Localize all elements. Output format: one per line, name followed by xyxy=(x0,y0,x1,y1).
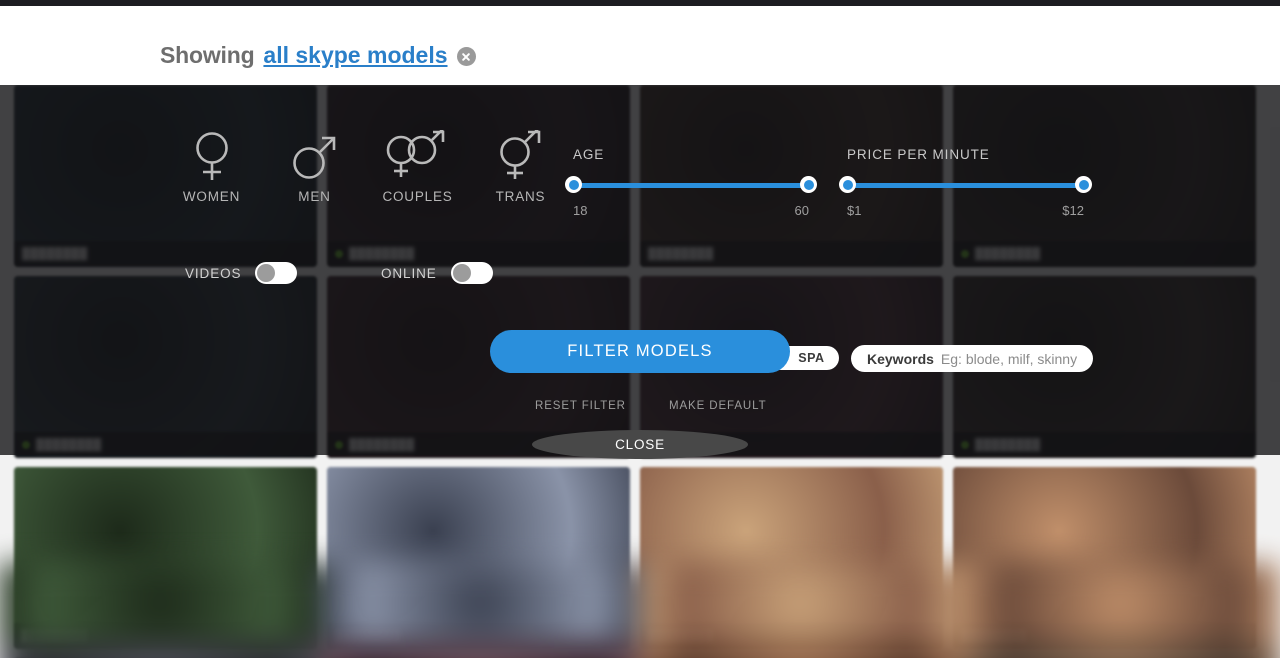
make-default-link[interactable]: MAKE DEFAULT xyxy=(669,400,767,412)
showing-filter-summary: Showing all skype models xyxy=(160,42,476,69)
gender-option-trans[interactable]: TRANS xyxy=(469,130,572,204)
blurred-overlay-band xyxy=(0,563,1280,658)
blurred-card-segment xyxy=(960,643,1280,658)
filter-models-button[interactable]: FILTER MODELS xyxy=(490,330,790,373)
gender-option-label: COUPLES xyxy=(382,189,453,204)
showing-label: Showing xyxy=(160,42,255,68)
toggle-knob xyxy=(257,264,276,282)
blurred-card-segment xyxy=(320,643,640,658)
close-panel-button[interactable]: CLOSE xyxy=(532,430,748,459)
gender-filter-group: WOMEN MEN COUPLES TRANS xyxy=(160,130,572,204)
blurred-card-segment xyxy=(0,563,320,643)
videos-toggle[interactable]: VIDEOS xyxy=(185,262,298,284)
close-label: CLOSE xyxy=(615,437,665,452)
online-toggle-label: ONLINE xyxy=(381,265,437,281)
price-max-value: $12 xyxy=(1062,203,1084,218)
gender-option-women[interactable]: WOMEN xyxy=(160,130,263,204)
price-slider-title: PRICE PER MINUTE xyxy=(847,147,990,162)
price-min-value: $1 xyxy=(847,203,862,218)
gender-option-label: MEN xyxy=(298,189,331,204)
price-slider-fill xyxy=(847,183,1084,188)
price-slider-track[interactable] xyxy=(839,176,1092,193)
age-max-value: 60 xyxy=(794,203,809,218)
age-slider-title: AGE xyxy=(573,147,605,162)
blurred-card-segment xyxy=(320,563,640,643)
blurred-card-segment xyxy=(0,643,320,658)
blurred-card-segment xyxy=(640,563,960,643)
blurred-card-segment xyxy=(960,563,1280,643)
reset-filter-link[interactable]: RESET FILTER xyxy=(535,400,626,412)
showing-filter-link[interactable]: all skype models xyxy=(263,42,447,69)
close-circle-icon[interactable] xyxy=(456,47,476,66)
videos-toggle-switch[interactable] xyxy=(255,262,298,284)
blurred-card-segment xyxy=(640,643,960,658)
page-root: ████████████████████████████████████████… xyxy=(0,0,1280,658)
toggle-knob xyxy=(452,264,471,282)
age-slider-handle-max[interactable] xyxy=(800,176,817,193)
venus-icon xyxy=(160,130,263,182)
top-edge-strip xyxy=(0,0,1280,6)
trans-icon xyxy=(469,130,572,182)
keywords-placeholder: Eg: blode, milf, skinny xyxy=(940,350,1078,367)
price-slider-handle-min[interactable] xyxy=(839,176,856,193)
price-slider-handle-max[interactable] xyxy=(1075,176,1092,193)
mars-icon xyxy=(263,130,366,182)
gender-option-label: WOMEN xyxy=(182,189,241,204)
age-slider: AGE 18 60 xyxy=(565,147,817,218)
age-slider-track[interactable] xyxy=(565,176,817,193)
gender-option-couples[interactable]: COUPLES xyxy=(366,130,469,204)
online-toggle[interactable]: ONLINE xyxy=(381,262,493,284)
keywords-input[interactable]: Keywords Eg: blode, milf, skinny xyxy=(851,345,1094,372)
age-min-value: 18 xyxy=(573,203,588,218)
page-header: Showing all skype models xyxy=(0,6,1280,85)
age-slider-handle-min[interactable] xyxy=(565,176,582,193)
gender-option-men[interactable]: MEN xyxy=(263,130,366,204)
online-toggle-switch[interactable] xyxy=(450,262,493,284)
gender-option-label: TRANS xyxy=(495,189,546,204)
language-option-spa[interactable]: SPA xyxy=(786,348,836,368)
filter-panel-overlay: WOMEN MEN COUPLES TRANS AGE 18 60 PRICE … xyxy=(0,85,1280,459)
age-slider-fill xyxy=(573,183,809,188)
keywords-label: Keywords xyxy=(867,350,934,367)
couples-icon xyxy=(366,130,469,182)
price-slider: PRICE PER MINUTE $1 $12 xyxy=(839,147,1092,218)
videos-toggle-label: VIDEOS xyxy=(185,265,242,281)
